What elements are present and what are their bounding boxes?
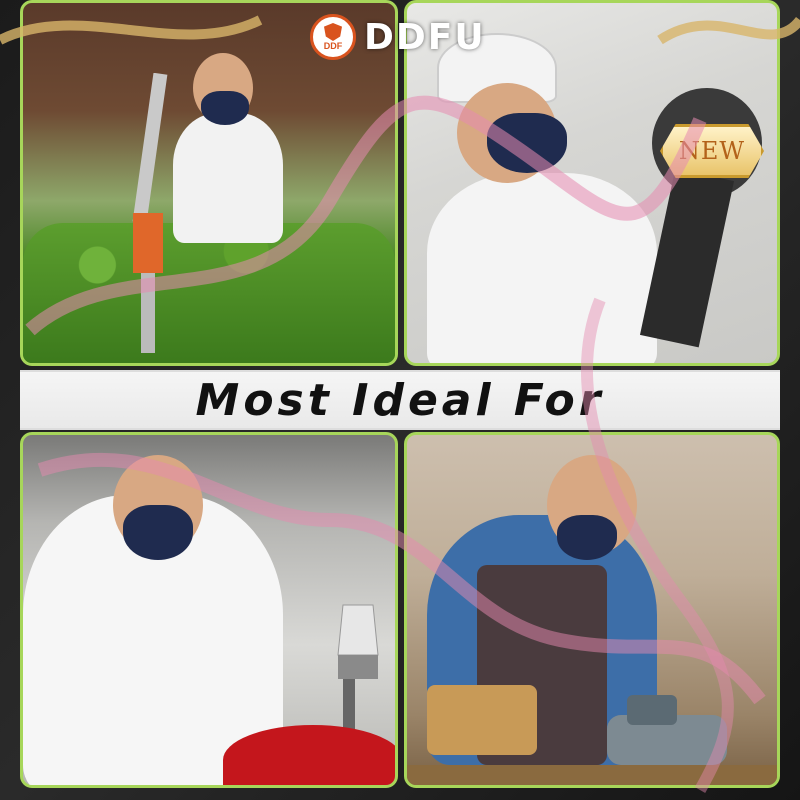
workbench xyxy=(407,765,777,785)
face-mask xyxy=(487,113,567,173)
red-car xyxy=(223,725,395,785)
scene-spray-painting xyxy=(20,432,398,788)
hedge-trimmer-icon xyxy=(132,73,168,353)
tool-belt xyxy=(427,685,537,755)
face-mask xyxy=(123,505,193,560)
headline-text: Most Ideal For xyxy=(195,374,605,426)
logo-badge-text: DDF xyxy=(323,41,343,51)
face-mask xyxy=(557,515,617,560)
scene-woodworking-sanding xyxy=(404,432,780,788)
logo-name: DDFU xyxy=(364,16,486,58)
new-badge: NEW xyxy=(660,124,764,178)
logo-badge: DDF xyxy=(310,14,356,60)
shield-icon xyxy=(324,23,342,41)
headline-banner: Most Ideal For xyxy=(20,370,780,430)
brand-logo: DDF DDFU xyxy=(310,14,486,60)
new-badge-label: NEW xyxy=(678,137,746,165)
